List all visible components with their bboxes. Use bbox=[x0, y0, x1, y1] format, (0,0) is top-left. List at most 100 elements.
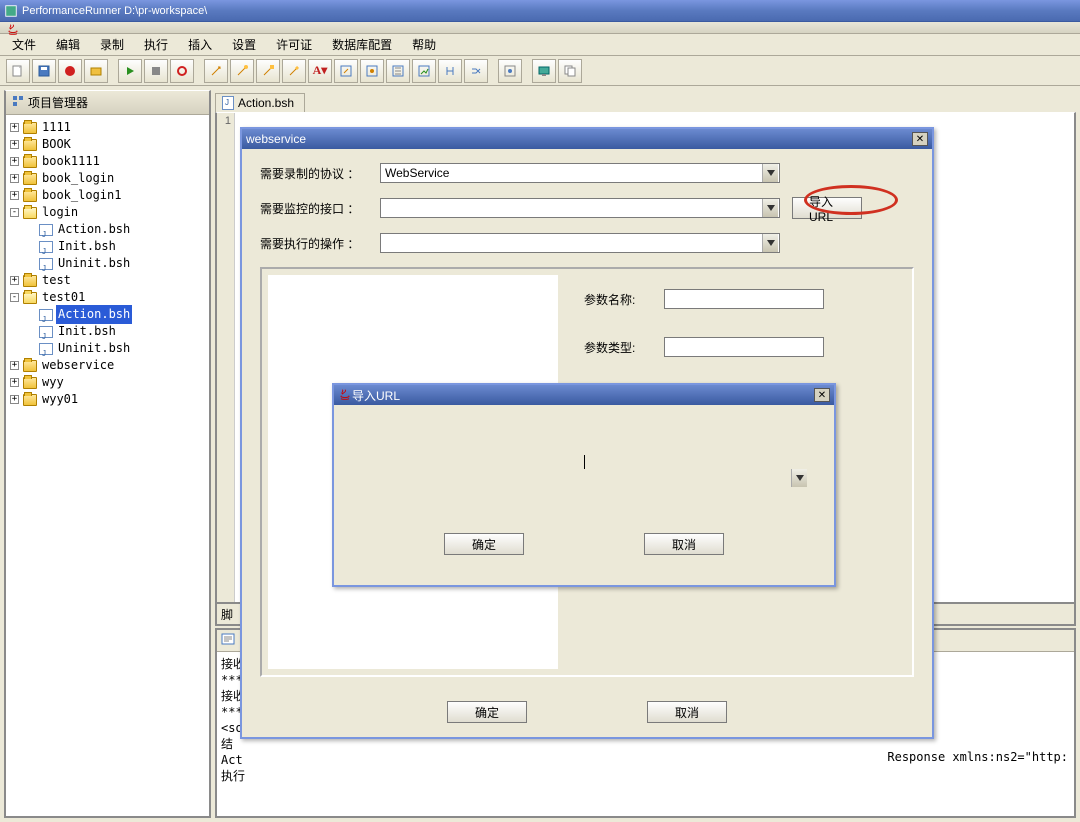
tree-file[interactable]: Action.bsh bbox=[10, 221, 205, 238]
editor-tab-action[interactable]: Action.bsh bbox=[215, 93, 305, 112]
url-ok-button[interactable]: 确定 bbox=[444, 533, 524, 555]
tree-folder[interactable]: +book1111 bbox=[10, 153, 205, 170]
import-url-dialog-title[interactable]: 导入URL ✕ bbox=[334, 385, 834, 405]
import-url-button[interactable]: 导入URL bbox=[792, 197, 862, 219]
tool-edit3-icon[interactable] bbox=[386, 59, 410, 83]
tree-toggle-icon[interactable]: + bbox=[10, 140, 19, 149]
menu-license[interactable]: 许可证 bbox=[266, 34, 322, 55]
tool-wand2-icon[interactable] bbox=[230, 59, 254, 83]
folder-icon bbox=[23, 360, 37, 372]
bottom-tab-label[interactable]: 脚 bbox=[221, 606, 233, 623]
url-cancel-button[interactable]: 取消 bbox=[644, 533, 724, 555]
folder-icon bbox=[23, 377, 37, 389]
tree-folder[interactable]: +1111 bbox=[10, 119, 205, 136]
tree-folder[interactable]: + wyy01 bbox=[10, 391, 205, 408]
menu-edit[interactable]: 编辑 bbox=[46, 34, 90, 55]
param-type-input[interactable] bbox=[664, 337, 824, 357]
tool-record2-icon[interactable] bbox=[170, 59, 194, 83]
tool-edit4-icon[interactable] bbox=[412, 59, 436, 83]
console-right-text: Response xmlns:ns2="http: bbox=[887, 750, 1068, 764]
url-combo[interactable] bbox=[364, 455, 804, 487]
project-explorer-header: 项目管理器 bbox=[6, 91, 209, 115]
tool-stop-icon[interactable] bbox=[144, 59, 168, 83]
tool-new-icon[interactable] bbox=[6, 59, 30, 83]
tool-shuffle-icon[interactable] bbox=[464, 59, 488, 83]
window-titlebar: PerformanceRunner D:\pr-workspace\ bbox=[0, 0, 1080, 22]
tree-folder[interactable]: +webservice bbox=[10, 357, 205, 374]
close-icon[interactable]: ✕ bbox=[912, 132, 928, 146]
tree-folder[interactable]: +test bbox=[10, 272, 205, 289]
tool-monitor-icon[interactable] bbox=[532, 59, 556, 83]
tree-file[interactable]: Init.bsh bbox=[10, 323, 205, 340]
chevron-down-icon[interactable] bbox=[762, 164, 778, 182]
tree-toggle-icon[interactable]: - bbox=[10, 293, 19, 302]
tree-toggle-icon[interactable]: + bbox=[10, 123, 19, 132]
editor-gutter: 1 bbox=[217, 113, 235, 602]
interface-combo[interactable] bbox=[380, 198, 780, 218]
console-icon bbox=[221, 633, 235, 648]
tree-toggle-icon[interactable]: + bbox=[10, 157, 19, 166]
folder-icon bbox=[23, 156, 37, 168]
tree-item-label: wyy01 bbox=[40, 390, 80, 409]
webservice-dialog-title[interactable]: webservice ✕ bbox=[242, 129, 932, 149]
tool-settings1-icon[interactable] bbox=[498, 59, 522, 83]
tool-edit1-icon[interactable] bbox=[334, 59, 358, 83]
tree-toggle-icon[interactable]: + bbox=[10, 276, 19, 285]
param-name-label: 参数名称: bbox=[584, 291, 664, 308]
operation-combo[interactable] bbox=[380, 233, 780, 253]
editor-tabs: Action.bsh bbox=[215, 90, 1076, 112]
menu-settings[interactable]: 设置 bbox=[222, 34, 266, 55]
tree-file[interactable]: Action.bsh bbox=[10, 306, 205, 323]
editor-tab-label: Action.bsh bbox=[238, 96, 294, 110]
tree-toggle-icon[interactable]: - bbox=[10, 208, 19, 217]
chevron-down-icon[interactable] bbox=[762, 199, 778, 217]
folder-icon bbox=[23, 394, 37, 406]
tree-file[interactable]: Uninit.bsh bbox=[10, 340, 205, 357]
param-name-input[interactable] bbox=[664, 289, 824, 309]
chevron-down-icon[interactable] bbox=[762, 234, 778, 252]
tool-copy-icon[interactable] bbox=[558, 59, 582, 83]
tree-folder[interactable]: -login bbox=[10, 204, 205, 221]
tool-open-icon[interactable] bbox=[84, 59, 108, 83]
tool-record-icon[interactable] bbox=[58, 59, 82, 83]
tree-folder[interactable]: +book_login bbox=[10, 170, 205, 187]
dialog-title-text: webservice bbox=[246, 132, 306, 146]
text-cursor bbox=[584, 455, 585, 469]
tree-folder[interactable]: +BOOK bbox=[10, 136, 205, 153]
close-icon[interactable]: ✕ bbox=[814, 388, 830, 402]
ws-ok-button[interactable]: 确定 bbox=[447, 701, 527, 723]
tool-save-icon[interactable] bbox=[32, 59, 56, 83]
file-icon bbox=[39, 241, 53, 253]
tree-toggle-icon[interactable]: + bbox=[10, 191, 19, 200]
tool-wand4-icon[interactable] bbox=[282, 59, 306, 83]
tree-folder[interactable]: -test01 bbox=[10, 289, 205, 306]
tool-play-icon[interactable] bbox=[118, 59, 142, 83]
tool-edit2-icon[interactable] bbox=[360, 59, 384, 83]
menu-dbconfig[interactable]: 数据库配置 bbox=[322, 34, 402, 55]
project-tree[interactable]: +1111+BOOK+book1111+book_login+book_logi… bbox=[6, 115, 209, 816]
menubar: 文件 编辑 录制 执行 插入 设置 许可证 数据库配置 帮助 bbox=[0, 34, 1080, 56]
menu-help[interactable]: 帮助 bbox=[402, 34, 446, 55]
folder-icon bbox=[23, 173, 37, 185]
ws-cancel-button[interactable]: 取消 bbox=[647, 701, 727, 723]
tree-file[interactable]: Uninit.bsh bbox=[10, 255, 205, 272]
tree-file[interactable]: Init.bsh bbox=[10, 238, 205, 255]
menu-insert[interactable]: 插入 bbox=[178, 34, 222, 55]
tool-wand1-icon[interactable] bbox=[204, 59, 228, 83]
menu-record[interactable]: 录制 bbox=[90, 34, 134, 55]
protocol-combo[interactable]: WebService bbox=[380, 163, 780, 183]
tool-compare-icon[interactable] bbox=[438, 59, 462, 83]
chevron-down-icon[interactable] bbox=[791, 469, 807, 487]
folder-open-icon bbox=[23, 207, 37, 219]
menu-run[interactable]: 执行 bbox=[134, 34, 178, 55]
tool-wand3-icon[interactable] bbox=[256, 59, 280, 83]
tree-toggle-icon[interactable]: + bbox=[10, 395, 19, 404]
tree-folder[interactable]: +wyy bbox=[10, 374, 205, 391]
tool-text-icon[interactable]: A▾ bbox=[308, 59, 332, 83]
tree-toggle-icon[interactable]: + bbox=[10, 174, 19, 183]
menu-file[interactable]: 文件 bbox=[2, 34, 46, 55]
tree-toggle-icon[interactable]: + bbox=[10, 378, 19, 387]
tree-toggle-icon[interactable]: + bbox=[10, 361, 19, 370]
tree-folder[interactable]: +book_login1 bbox=[10, 187, 205, 204]
folder-open-icon bbox=[23, 292, 37, 304]
